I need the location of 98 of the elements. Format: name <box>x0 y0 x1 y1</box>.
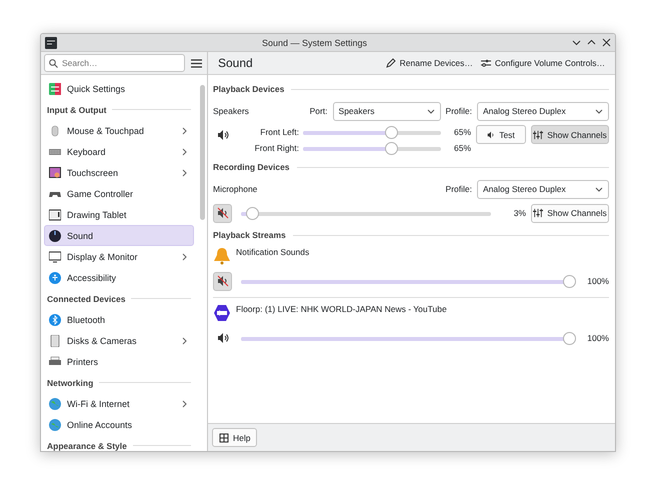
show-channels-button[interactable]: Show Channels <box>531 125 609 144</box>
sidebar-item[interactable]: Disks & Cameras <box>44 330 194 351</box>
profile-label: Profile: <box>446 106 472 116</box>
bell-icon <box>213 247 231 265</box>
volume-reading: 65% <box>452 127 471 137</box>
sliders-icon <box>533 208 544 218</box>
knob-icon <box>49 230 61 242</box>
search-field[interactable]: Search… <box>44 54 185 72</box>
port-label: Port: <box>310 106 328 116</box>
drive-icon <box>49 334 61 346</box>
slider[interactable] <box>301 142 443 154</box>
stream-name: Notification Sounds <box>236 247 310 257</box>
sliders-icon <box>49 82 61 94</box>
volume-reading: 65% <box>452 143 471 153</box>
speaker-icon <box>216 332 228 344</box>
chevron-icon <box>180 168 188 176</box>
speaker-icon <box>487 130 496 138</box>
close-icon <box>602 38 611 47</box>
section-title: Playback Streams <box>213 227 609 243</box>
sidebar-item[interactable]: Quick Settings <box>44 78 194 99</box>
app-icon <box>45 36 57 48</box>
pencil-icon <box>386 58 396 68</box>
sliders-icon <box>480 58 491 68</box>
slider[interactable] <box>239 274 576 288</box>
maximize-icon <box>587 38 596 47</box>
sidebar-item[interactable]: Sound <box>44 225 194 246</box>
sidebar-item[interactable]: Display & Monitor <box>44 246 194 267</box>
sidebar-item[interactable]: Wi-Fi & Internet <box>44 393 194 414</box>
sliders-icon <box>533 130 544 140</box>
volume-reading: 100% <box>586 333 609 343</box>
profile-dropdown[interactable]: Analog Stereo Duplex <box>477 102 609 120</box>
caret-icon <box>595 185 603 193</box>
profile-dropdown[interactable]: Analog Stereo Duplex <box>477 180 609 198</box>
section-title: Recording Devices <box>213 159 609 175</box>
section-header: Connected Devices <box>44 288 194 309</box>
globe-icon <box>49 398 61 410</box>
touchscreen-icon <box>49 166 61 178</box>
printer-icon <box>49 356 61 368</box>
menu-icon <box>191 58 202 68</box>
sidebar-item[interactable]: Printers <box>44 351 194 372</box>
sidebar-item[interactable]: Keyboard <box>44 141 194 162</box>
slider-handle[interactable] <box>384 126 398 138</box>
channel-label: Front Left: <box>259 127 299 137</box>
slider[interactable] <box>239 206 493 220</box>
chevron-icon <box>180 400 188 408</box>
caret-icon <box>426 107 435 115</box>
sidebar-item[interactable]: Bluetooth <box>44 309 194 330</box>
slider[interactable] <box>239 332 576 344</box>
scrollbar-thumb[interactable] <box>200 85 205 220</box>
slider-handle[interactable] <box>563 274 576 288</box>
sidebar-item[interactable]: Accessibility <box>44 267 194 288</box>
channel-label: Front Right: <box>254 143 299 153</box>
sidebar-item[interactable]: Touchscreen <box>44 162 194 183</box>
volume-reading: 100% <box>586 276 609 286</box>
caret-icon <box>595 107 603 115</box>
sidebar-item[interactable]: Mouse & Touchpad <box>44 120 194 141</box>
hexagon-logo-icon <box>213 304 231 322</box>
tablet-icon <box>49 208 61 220</box>
slider-handle[interactable] <box>384 142 398 154</box>
section-title: Playback Devices <box>213 81 609 97</box>
muted-speaker-icon <box>216 275 228 287</box>
mouse-icon <box>49 124 61 136</box>
toolbar-button[interactable]: Configure Volume Controls… <box>476 56 609 70</box>
mute-button[interactable] <box>213 272 232 290</box>
window-title: Sound — System Settings <box>260 38 368 48</box>
chevron-icon <box>180 252 188 260</box>
sidebar-item[interactable]: Drawing Tablet <box>44 204 194 225</box>
section-header: Appearance & Style <box>44 435 194 451</box>
globe-icon <box>49 418 61 430</box>
sidebar-item[interactable]: Online Accounts <box>44 414 194 435</box>
device-name: Speakers <box>213 106 249 116</box>
slider-handle[interactable] <box>246 206 260 220</box>
volume-reading: 3% <box>512 208 526 218</box>
muted-speaker-icon <box>216 207 228 219</box>
sidebar-item[interactable]: Game Controller <box>44 183 194 204</box>
bluetooth-icon <box>49 314 61 326</box>
device-name: Microphone <box>213 184 258 194</box>
search-icon <box>49 59 58 68</box>
section-header: Networking <box>44 372 194 393</box>
monitor-icon <box>49 250 61 262</box>
mute-button[interactable] <box>213 204 232 222</box>
help-button[interactable]: Help <box>212 428 258 447</box>
page-title: Sound <box>218 56 254 70</box>
show-channels-button[interactable]: Show Channels <box>531 204 609 222</box>
accessibility-icon <box>49 272 61 284</box>
slider-handle[interactable] <box>563 332 576 344</box>
chevron-icon <box>180 336 188 344</box>
chevron-icon <box>180 126 188 134</box>
test-button[interactable]: Test <box>476 125 526 144</box>
minimize-icon <box>572 38 581 47</box>
toolbar-button[interactable]: Rename Devices… <box>382 56 477 70</box>
port-dropdown[interactable]: Speakers <box>332 102 441 120</box>
speaker-icon <box>216 128 228 140</box>
profile-label: Profile: <box>446 184 472 194</box>
stream-name: Floorp: (1) LIVE: NHK WORLD-JAPAN News - YouTube <box>236 304 447 314</box>
chevron-icon <box>180 148 188 156</box>
slider[interactable] <box>301 126 443 138</box>
section-header: Input & Output <box>44 99 194 120</box>
